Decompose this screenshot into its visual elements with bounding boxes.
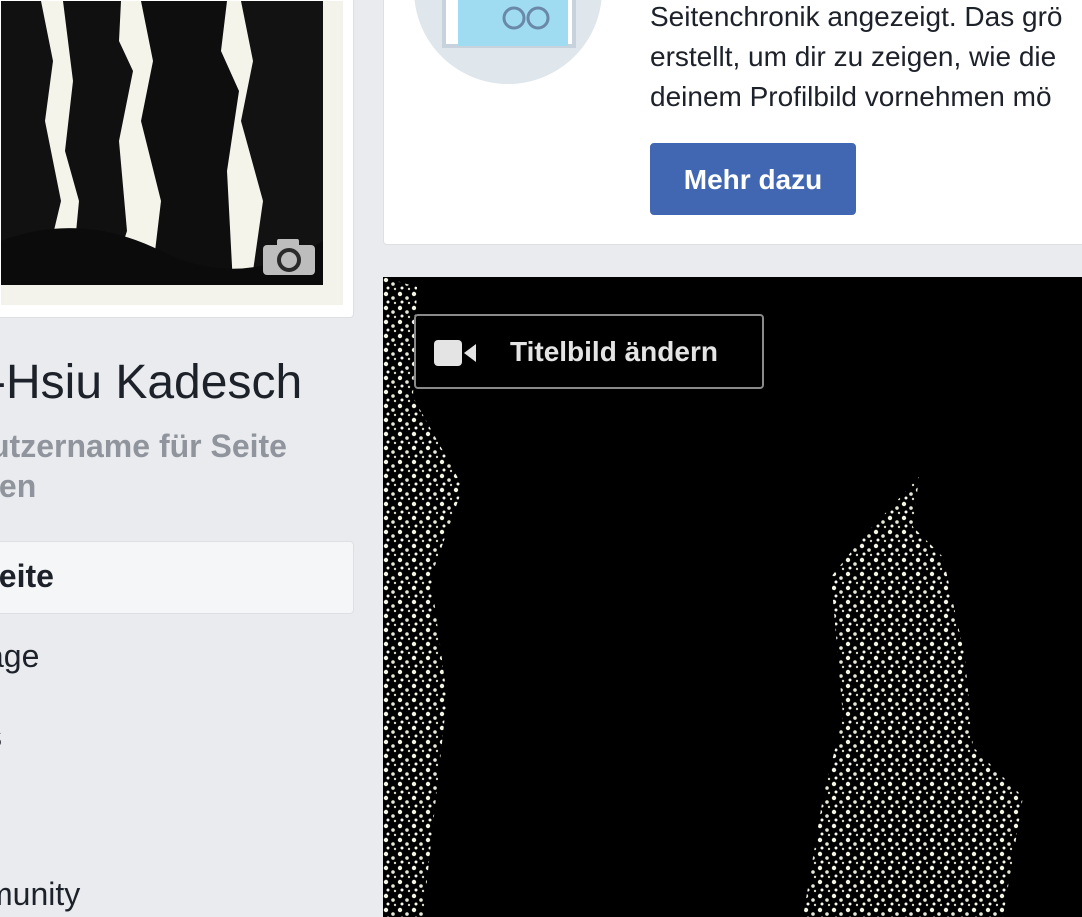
illustration-icon (414, 0, 602, 84)
cover-photo[interactable]: Titelbild ändern (383, 277, 1082, 917)
change-cover-label: Titelbild ändern (510, 336, 718, 367)
nav-item-community[interactable]: munity (0, 876, 80, 913)
nav-item-home-active[interactable]: seite (0, 541, 354, 614)
change-cover-button[interactable]: Titelbild ändern (414, 314, 764, 389)
info-text: Seitenchronik angezeigt. Das grö erstell… (650, 0, 1082, 117)
info-text-line: Seitenchronik angezeigt. Das grö (650, 1, 1063, 32)
info-text-line: erstellt, um dir zu zeigen, wie die (650, 41, 1057, 72)
info-text-line: deinem Profilbild vornehmen mö (650, 81, 1052, 112)
create-username-link[interactable]: utzername für Seite len (0, 426, 350, 506)
profile-card (0, 0, 354, 318)
camera-icon[interactable] (261, 237, 317, 277)
nav-item-posts[interactable]: äge (0, 638, 39, 675)
create-username-text[interactable]: utzername für Seite len (0, 428, 287, 504)
info-card: Seitenchronik angezeigt. Das grö erstell… (383, 0, 1082, 245)
learn-more-button[interactable]: Mehr dazu (650, 143, 856, 215)
page-name: -Hsiu Kadesch (0, 356, 303, 409)
nav-item-home-label: seite (0, 558, 54, 594)
nav-item-reviews[interactable]: s (0, 718, 2, 755)
